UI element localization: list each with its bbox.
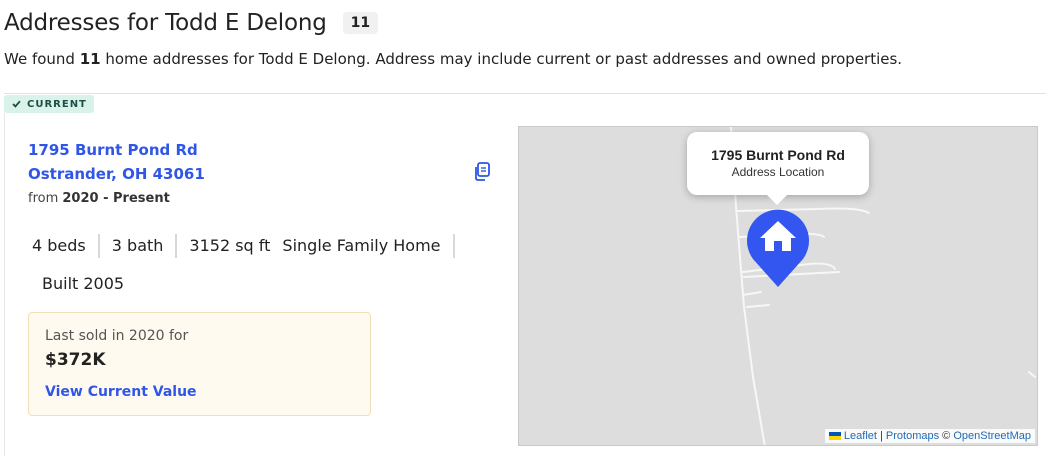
home-marker-icon[interactable] [745,207,811,289]
current-address-tag: CURRENT [4,95,94,113]
fact-baths: 3 bath [100,234,178,258]
attribution-separator: | [876,430,886,442]
summary-prefix: We found [4,50,80,68]
section-divider [4,93,1046,94]
property-facts: 4 beds 3 bath 3152 sq ft Single Family H… [28,234,455,258]
address-city-link[interactable]: Ostrander, OH 43061 [28,165,205,183]
results-summary: We found 11 home addresses for Todd E De… [4,50,902,68]
current-tag-label: CURRENT [27,98,87,110]
page-header: Addresses for Todd E Delong 11 [4,10,379,36]
view-current-value-link[interactable]: View Current Value [45,384,197,400]
residency-period: from 2020 - Present [28,191,170,206]
last-sold-label: Last sold in 2020 for [45,328,189,344]
fact-year-built: Built 2005 [42,274,125,293]
last-sold-panel: Last sold in 2020 for $372K View Current… [28,312,371,416]
leaflet-link[interactable]: Leaflet [844,430,877,442]
from-prefix: from [28,191,63,206]
summary-suffix: home addresses for Todd E Delong. Addres… [100,50,903,68]
last-sold-price: $372K [45,350,106,370]
popup-subtitle: Address Location [731,165,825,179]
card-left-border [4,113,5,456]
fact-sqft: 3152 sq ft [189,236,271,255]
map-attribution: Leaflet | Protomaps © OpenStreetMap [824,429,1035,443]
openstreetmap-link[interactable]: OpenStreetMap [953,430,1031,442]
ukraine-flag-icon [828,432,841,440]
protomaps-link[interactable]: Protomaps [886,430,939,442]
check-icon [12,100,21,108]
from-range: 2020 - Present [62,191,170,206]
map-popup[interactable]: 1795 Burnt Pond Rd Address Location [687,132,869,205]
popup-address: 1795 Burnt Pond Rd [711,147,845,163]
fact-beds: 4 beds [28,234,100,258]
page-title: Addresses for Todd E Delong [4,10,327,36]
fact-property-type: Single Family Home [270,234,455,258]
summary-count: 11 [79,50,101,68]
address-count-badge: 11 [342,12,379,34]
attribution-copyright: © [939,430,954,442]
address-street-link[interactable]: 1795 Burnt Pond Rd [28,141,198,159]
address-map[interactable]: 1795 Burnt Pond Rd Address Location Leaf… [518,126,1038,446]
copy-icon[interactable] [473,162,491,182]
